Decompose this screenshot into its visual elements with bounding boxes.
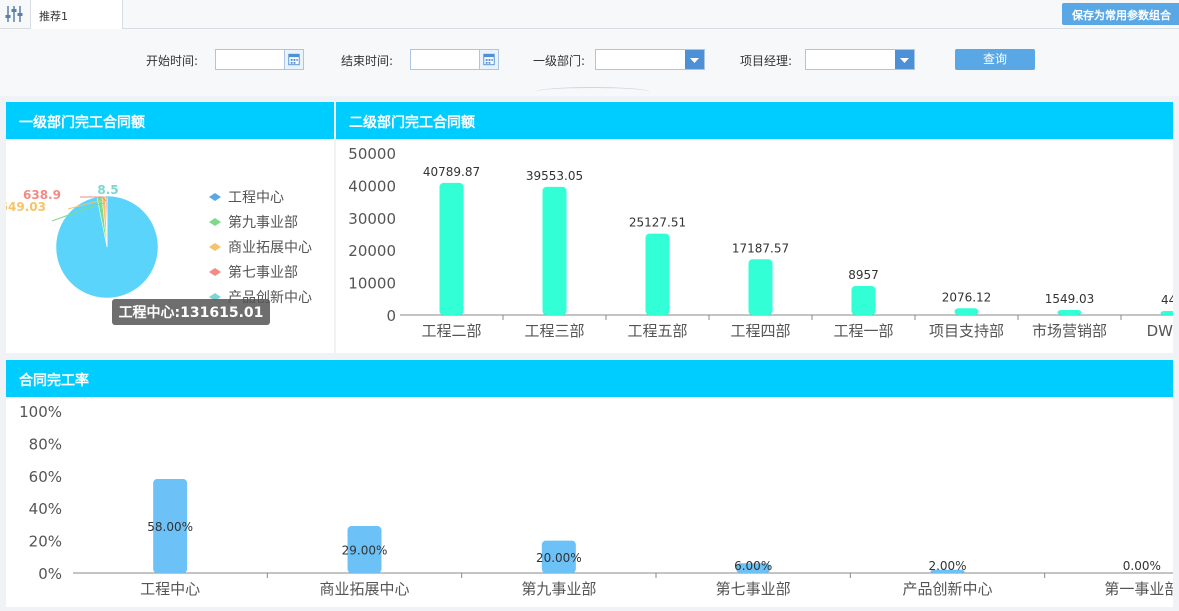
query-button[interactable]: 查询 bbox=[955, 49, 1035, 70]
pie-slice-label: 8.5 bbox=[97, 183, 118, 197]
x-tick-label: 工程二部 bbox=[421, 322, 481, 340]
bar bbox=[1161, 311, 1174, 315]
sliders-icon[interactable] bbox=[2, 3, 28, 25]
legend-label: 第七事业部 bbox=[228, 264, 298, 281]
y-tick-label: 20% bbox=[29, 533, 62, 551]
bar-chart: 0 10000 20000 30000 40000 50000 40789.87 工程二部 39… bbox=[336, 139, 1173, 353]
legend-marker-icon bbox=[209, 243, 221, 251]
chevron-down-icon[interactable] bbox=[895, 50, 914, 69]
y-tick-label: 40% bbox=[29, 500, 62, 518]
bar bbox=[955, 308, 979, 315]
y-tick-label: 0 bbox=[386, 307, 396, 325]
bar-value-label: 6.00% bbox=[734, 559, 772, 573]
bar-value-label: 443 bbox=[1161, 293, 1173, 307]
pm-select[interactable] bbox=[805, 49, 915, 70]
filter-bar: 开始时间: 结束时间: 一级部门: 项目经理: 查询 bbox=[0, 29, 1179, 96]
x-tick-label: 工程一部 bbox=[833, 322, 893, 340]
x-tick-label: 商业拓展中心 bbox=[319, 580, 409, 598]
x-tick-label: 工程三部 bbox=[524, 322, 584, 340]
y-tick-label: 100% bbox=[19, 403, 62, 421]
y-tick-label: 20000 bbox=[348, 242, 396, 260]
x-tick-label: 项目支持部 bbox=[929, 322, 1004, 340]
bar-value-label: 0.00% bbox=[1123, 559, 1161, 573]
x-tick-label: 第一事业部 bbox=[1104, 580, 1173, 598]
bar-value-label: 1549.03 bbox=[1045, 292, 1095, 306]
y-tick-label: 10000 bbox=[348, 275, 396, 293]
legend-marker-icon bbox=[209, 193, 221, 201]
pie-chart: 8.5638.91549.032076.12工程中心第九事业部商业拓展中心第七事… bbox=[6, 139, 334, 353]
bar bbox=[440, 183, 464, 315]
legend-label: 第九事业部 bbox=[228, 214, 298, 231]
bar bbox=[852, 286, 876, 315]
x-tick-label: 第七事业部 bbox=[716, 580, 791, 598]
calendar-icon[interactable] bbox=[284, 50, 303, 69]
y-tick-label: 40000 bbox=[348, 177, 396, 195]
collapse-handle[interactable] bbox=[535, 87, 650, 97]
legend-marker-icon bbox=[209, 268, 221, 276]
start-time-label: 开始时间: bbox=[146, 52, 198, 69]
y-tick-label: 0% bbox=[38, 565, 62, 583]
calendar-icon[interactable] bbox=[479, 50, 498, 69]
legend-marker-icon bbox=[209, 218, 221, 226]
bar-value-label: 8957 bbox=[848, 268, 879, 282]
pie-panel: 一级部门完工合同额 8.5638.91549.032076.12工程中心第九事业… bbox=[6, 102, 334, 353]
bar bbox=[749, 259, 773, 315]
tab-recommend-1[interactable]: 推荐1 bbox=[30, 0, 123, 29]
bar-value-label: 29.00% bbox=[342, 544, 388, 558]
x-tick-label: DWC开 bbox=[1147, 322, 1173, 340]
bar-value-label: 39553.05 bbox=[526, 169, 583, 183]
x-tick-label: 工程四部 bbox=[730, 322, 790, 340]
x-tick-label: 工程中心 bbox=[140, 580, 200, 598]
end-time-input[interactable] bbox=[410, 49, 499, 70]
x-tick-label: 产品创新中心 bbox=[902, 580, 992, 598]
bar-value-label: 20.00% bbox=[536, 551, 582, 565]
dept-select[interactable] bbox=[595, 49, 705, 70]
rate-panel-title: 合同完工率 bbox=[6, 360, 1173, 397]
bar bbox=[1058, 310, 1082, 315]
bar-value-label: 2076.12 bbox=[942, 290, 992, 304]
bar-value-label: 58.00% bbox=[147, 520, 193, 534]
bar-value-label: 17187.57 bbox=[732, 241, 789, 255]
bar bbox=[543, 187, 567, 315]
bar-panel: 二级部门完工合同额 0 10000 20000 30000 40000 50000 4078… bbox=[336, 102, 1173, 353]
bar bbox=[646, 234, 670, 315]
y-tick-label: 80% bbox=[29, 435, 62, 453]
top-bar: 推荐1 保存为常用参数组合 bbox=[0, 0, 1179, 29]
tooltip-text: 工程中心:131615.01 bbox=[119, 304, 264, 321]
bar-value-label: 40789.87 bbox=[423, 165, 480, 179]
x-tick-label: 第九事业部 bbox=[521, 580, 596, 598]
bar-panel-title: 二级部门完工合同额 bbox=[336, 102, 1173, 139]
legend-label: 工程中心 bbox=[228, 190, 284, 206]
save-params-button[interactable]: 保存为常用参数组合 bbox=[1062, 3, 1179, 25]
start-time-input[interactable] bbox=[215, 49, 304, 70]
bar-value-label: 2.00% bbox=[928, 559, 966, 573]
rate-chart: 0% 20% 40% 60% 80% 100% 58.00% 工程中心 29.00% 商业拓展中心… bbox=[6, 397, 1173, 607]
y-tick-label: 60% bbox=[29, 468, 62, 486]
legend-label: 商业拓展中心 bbox=[228, 240, 312, 256]
dept-label: 一级部门: bbox=[533, 52, 585, 69]
chevron-down-icon[interactable] bbox=[685, 50, 704, 69]
end-time-label: 结束时间: bbox=[341, 52, 393, 69]
bar-value-label: 25127.51 bbox=[629, 216, 686, 230]
x-tick-label: 市场营销部 bbox=[1032, 322, 1107, 340]
x-tick-label: 工程五部 bbox=[627, 322, 687, 340]
y-tick-label: 30000 bbox=[348, 210, 396, 228]
rate-panel: 合同完工率 0% 20% 40% 60% 80% 100% 58.00% 工程中心 29.00%… bbox=[6, 360, 1173, 607]
pie-panel-title: 一级部门完工合同额 bbox=[6, 102, 334, 139]
pie-slice-label: 1549.03 bbox=[6, 200, 46, 214]
y-tick-label: 50000 bbox=[348, 145, 396, 163]
pm-label: 项目经理: bbox=[740, 52, 792, 69]
